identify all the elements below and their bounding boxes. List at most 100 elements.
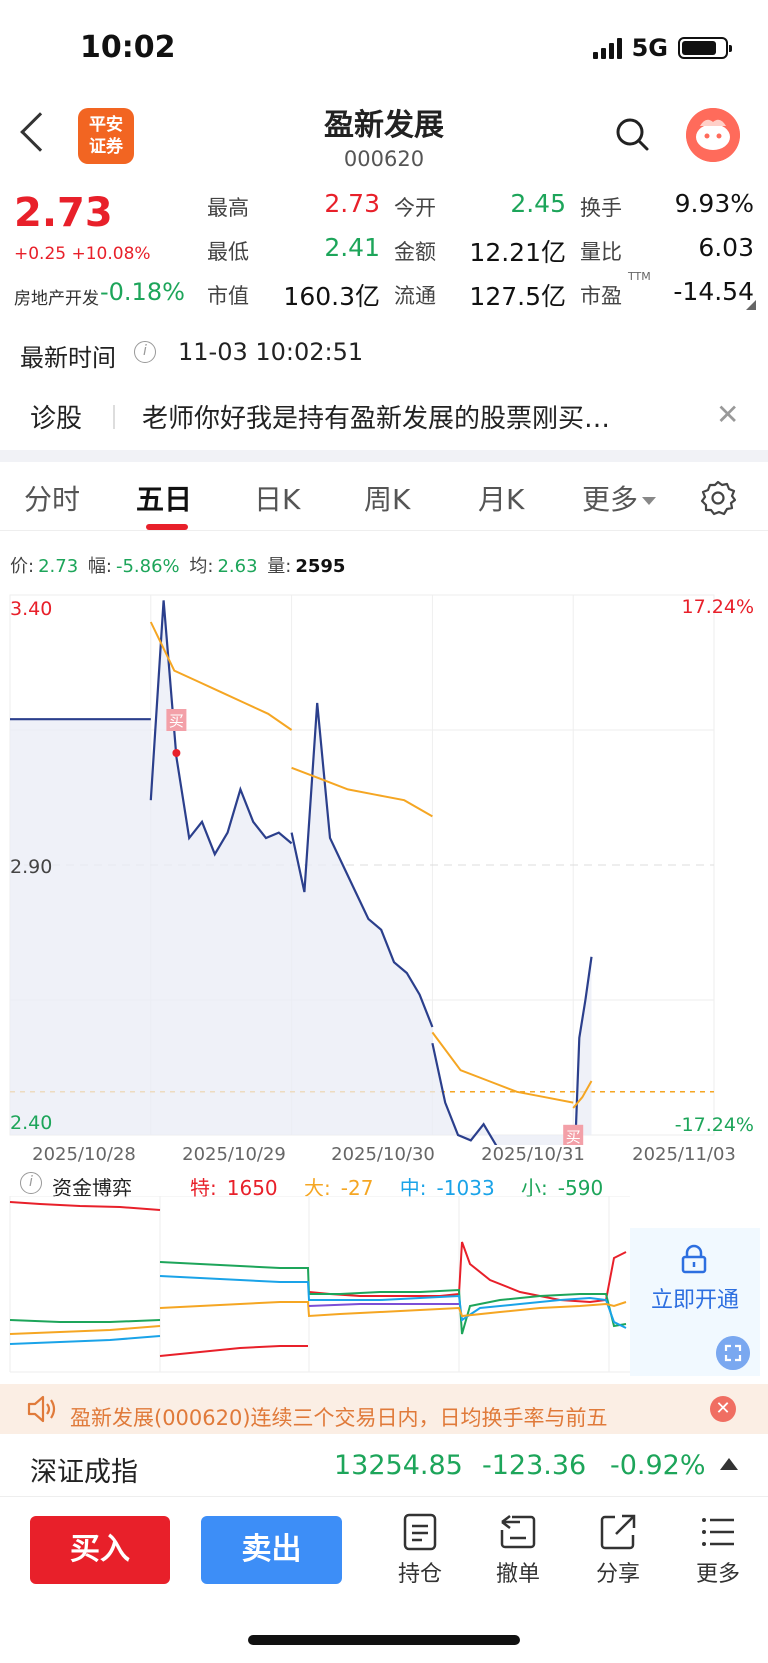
expand-up-icon[interactable] bbox=[720, 1458, 738, 1470]
chart-info-line: 价: 2.73 幅: -5.86% 均: 2.63 量: 2595 bbox=[10, 552, 349, 578]
buy-button[interactable]: 买入 bbox=[30, 1516, 170, 1584]
stock-code: 000620 bbox=[343, 147, 425, 171]
status-time: 10:02 bbox=[80, 30, 176, 65]
diagnosis-divider bbox=[113, 405, 115, 429]
share-label: 分享 bbox=[595, 1562, 640, 1587]
pe-value: -14.54 bbox=[673, 277, 754, 306]
x-tick-day4: 2025/10/31 bbox=[481, 1144, 585, 1165]
toolbar-divider bbox=[0, 1496, 768, 1497]
fund-flow-grid bbox=[9, 1196, 630, 1373]
assistant-avatar-icon[interactable] bbox=[686, 108, 740, 162]
fund-flow-info-icon[interactable]: i bbox=[20, 1172, 42, 1194]
fullscreen-icon[interactable] bbox=[716, 1336, 750, 1370]
five-day-price-chart[interactable]: 买买 bbox=[0, 585, 768, 1145]
cancel-order-icon bbox=[500, 1515, 536, 1549]
diagnosis-label[interactable]: 诊股 bbox=[30, 398, 82, 435]
current-price: 2.73 bbox=[14, 190, 113, 236]
more-menu-button[interactable]: 更多 bbox=[678, 1512, 758, 1588]
x-tick-day3: 2025/10/30 bbox=[331, 1144, 435, 1165]
amount-label: 金额 bbox=[394, 240, 436, 264]
search-icon[interactable] bbox=[614, 116, 650, 152]
unlock-button[interactable]: 立即开通 bbox=[630, 1282, 760, 1314]
holdings-label: 持仓 bbox=[397, 1562, 442, 1587]
notice-text[interactable]: 盈新发展(000620)连续三个交易日内，日均换手率与前五 bbox=[70, 1402, 690, 1432]
notice-close-icon[interactable]: ✕ bbox=[710, 1396, 736, 1422]
home-indicator[interactable] bbox=[248, 1635, 520, 1645]
price-change: +0.25 +10.08% bbox=[14, 244, 151, 264]
stock-name: 盈新发展 bbox=[324, 108, 444, 143]
y-tick-mid: 2.90 bbox=[10, 856, 53, 878]
tab-monthly-k[interactable]: 月K bbox=[478, 478, 524, 518]
index-name[interactable]: 深证成指 bbox=[30, 1450, 138, 1489]
holdings-button[interactable]: 持仓 bbox=[380, 1512, 460, 1588]
open-value: 2.45 bbox=[510, 189, 566, 218]
holdings-icon bbox=[403, 1513, 437, 1551]
info-price-label: 价: bbox=[10, 556, 35, 577]
sell-button[interactable]: 卖出 bbox=[201, 1516, 342, 1584]
diagnosis-question[interactable]: 老师你好我是持有盈新发展的股票刚买… bbox=[142, 398, 610, 435]
float-cap-value: 127.5亿 bbox=[469, 282, 566, 311]
info-range: -5.86% bbox=[115, 556, 180, 577]
amount-value: 12.21亿 bbox=[469, 238, 566, 267]
volume-ratio-label: 量比 bbox=[580, 240, 622, 264]
market-cap-label: 市值 bbox=[207, 284, 249, 308]
x-tick-day5: 2025/11/03 bbox=[632, 1144, 736, 1165]
signal-icon bbox=[592, 37, 622, 59]
float-cap-label: 流通 bbox=[394, 284, 436, 308]
tab-daily-k[interactable]: 日K bbox=[254, 478, 300, 518]
more-menu-icon bbox=[702, 1518, 734, 1546]
status-indicators: 5G bbox=[592, 34, 732, 62]
market-cap-value: 160.3亿 bbox=[283, 282, 380, 311]
index-change: -123.36 bbox=[482, 1450, 587, 1481]
section-gap bbox=[0, 450, 768, 462]
expand-corner-icon[interactable] bbox=[746, 300, 756, 310]
sector-name[interactable]: 房地产开发 bbox=[14, 284, 99, 309]
tab-more[interactable]: 更多 bbox=[582, 478, 657, 518]
sector-change: -0.18% bbox=[100, 278, 185, 306]
turnover-value: 9.93% bbox=[674, 189, 754, 218]
x-tick-day2: 2025/10/29 bbox=[182, 1144, 286, 1165]
share-icon bbox=[600, 1514, 636, 1550]
dropdown-icon bbox=[642, 497, 657, 505]
tab-more-label: 更多 bbox=[582, 483, 639, 516]
y-tick-top: 3.40 bbox=[10, 598, 53, 620]
battery-icon bbox=[678, 37, 732, 59]
info-avg-label: 均: bbox=[189, 556, 214, 577]
index-pct: -0.92% bbox=[610, 1450, 706, 1481]
info-range-label: 幅: bbox=[87, 556, 112, 577]
buy-marker-label: 买 bbox=[169, 712, 184, 730]
turnover-label: 换手 bbox=[580, 196, 622, 220]
buy-marker-dot bbox=[172, 749, 181, 757]
share-button[interactable]: 分享 bbox=[578, 1512, 658, 1588]
cancel-order-button[interactable]: 撤单 bbox=[478, 1512, 558, 1588]
lock-icon bbox=[681, 1244, 707, 1274]
tabs-divider bbox=[0, 530, 768, 531]
fund-flow-lines bbox=[9, 1201, 627, 1357]
latest-time-label: 最新时间 bbox=[20, 344, 116, 372]
tab-intraday[interactable]: 分时 bbox=[24, 478, 80, 518]
pct-tick-bottom: -17.24% bbox=[674, 1114, 754, 1136]
network-type: 5G bbox=[631, 34, 668, 62]
buy-marker-label: 买 bbox=[566, 1128, 581, 1145]
volume-ratio-value: 6.03 bbox=[698, 233, 754, 262]
speaker-icon bbox=[27, 1395, 56, 1423]
info-vol-label: 量: bbox=[267, 556, 292, 577]
high-label: 最高 bbox=[207, 196, 249, 220]
high-value: 2.73 bbox=[324, 189, 380, 218]
tab-five-day[interactable]: 五日 bbox=[136, 478, 192, 518]
info-icon[interactable]: i bbox=[134, 341, 156, 363]
info-price: 2.73 bbox=[38, 556, 79, 577]
low-label: 最低 bbox=[207, 240, 249, 264]
x-tick-day1: 2025/10/28 bbox=[32, 1144, 136, 1165]
cancel-order-label: 撤单 bbox=[495, 1562, 540, 1587]
tab-weekly-k[interactable]: 周K bbox=[364, 478, 410, 518]
more-menu-label: 更多 bbox=[695, 1562, 740, 1587]
latest-time-value: 11-03 10:02:51 bbox=[178, 338, 364, 366]
gear-icon[interactable] bbox=[700, 480, 736, 516]
info-vol: 2595 bbox=[295, 556, 346, 577]
y-tick-bottom: 2.40 bbox=[10, 1112, 53, 1134]
open-label: 今开 bbox=[394, 196, 436, 220]
close-icon[interactable]: ✕ bbox=[716, 398, 739, 431]
low-value: 2.41 bbox=[324, 233, 380, 262]
pe-label: 市盈 bbox=[580, 284, 622, 308]
